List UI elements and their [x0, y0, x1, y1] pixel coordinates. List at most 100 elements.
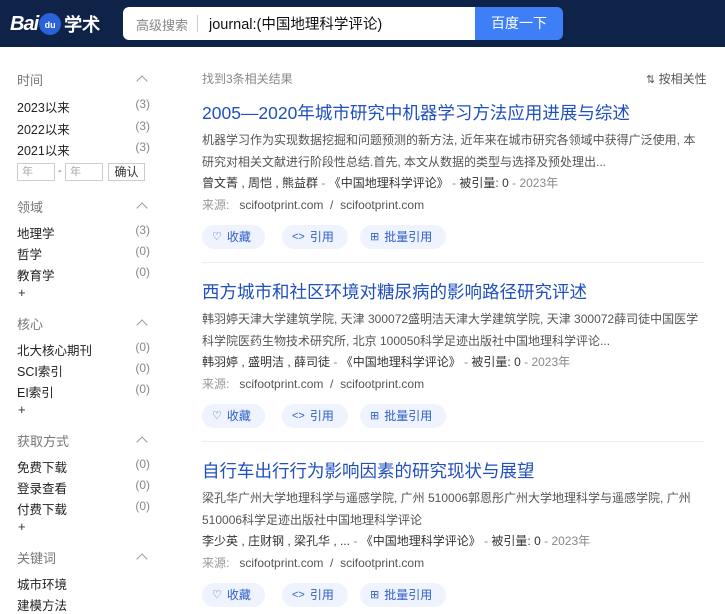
result-authors[interactable]: 韩羽婷 , 盛明洁 , 薛司徒 [202, 355, 330, 369]
result-title[interactable]: 2005—2020年城市研究中机器学习方法应用进展与综述 [202, 100, 630, 125]
favorite-button[interactable]: ♡ 收藏 [202, 404, 265, 428]
cite-button[interactable]: <> 引用 [282, 225, 348, 249]
favorite-label: 收藏 [226, 588, 251, 602]
field-more-button[interactable]: + [18, 285, 26, 300]
chevron-up-icon[interactable] [136, 319, 148, 331]
source-link[interactable]: scifootprint.com [340, 556, 424, 570]
cite-label: 引用 [309, 588, 334, 602]
logo-text-xueshu: 学术 [64, 15, 101, 35]
batch-cite-label: 批量引用 [384, 588, 433, 602]
favorite-button[interactable]: ♡ 收藏 [202, 225, 265, 249]
result-source: 来源: scifootprint.com / scifootprint.com [202, 377, 425, 391]
filter-field-geography[interactable]: 地理学 [17, 223, 55, 242]
advanced-search-link[interactable]: 高级搜索 [136, 15, 188, 34]
filter-core-ei[interactable]: EI索引 [17, 382, 54, 401]
source-link[interactable]: scifootprint.com [239, 556, 323, 570]
sort-label: 按相关性 [658, 72, 707, 86]
heart-icon: ♡ [212, 589, 222, 601]
sort-by-relevance[interactable]: ⇅ 按相关性 [646, 70, 707, 87]
result-journal[interactable]: 《中国地理科学评论》 [361, 534, 481, 548]
cite-button[interactable]: <> 引用 [282, 583, 348, 607]
source-link[interactable]: scifootprint.com [340, 377, 424, 391]
result-divider [202, 441, 704, 442]
filter-keyword-item[interactable]: 建模方法 [17, 595, 67, 614]
result-source: 来源: scifootprint.com / scifootprint.com [202, 198, 425, 212]
batch-cite-button[interactable]: ⊞ 批量引用 [360, 404, 447, 428]
favorite-button[interactable]: ♡ 收藏 [202, 583, 265, 607]
result-divider [202, 262, 704, 263]
filter-title-access: 获取方式 [17, 434, 70, 449]
result-title[interactable]: 西方城市和社区环境对糖尿病的影响路径研究评述 [202, 279, 587, 304]
access-more-button[interactable]: + [18, 519, 26, 534]
filter-time-2023[interactable]: 2023以来 [17, 97, 70, 116]
batch-cite-button[interactable]: ⊞ 批量引用 [360, 225, 447, 249]
chevron-up-icon[interactable] [136, 202, 148, 214]
filter-access-paid[interactable]: 付费下载 [17, 499, 67, 518]
batch-cite-label: 批量引用 [384, 230, 433, 244]
result-journal[interactable]: 《中国地理科学评论》 [341, 355, 461, 369]
filter-core-sci[interactable]: SCI索引 [17, 361, 63, 380]
baidu-xueshu-logo[interactable]: Bai du 学术 [10, 9, 100, 39]
filter-count: (3) [135, 223, 150, 237]
chevron-up-icon[interactable] [136, 75, 148, 87]
result-year: 2023年 [531, 355, 571, 369]
filter-title-time: 时间 [17, 73, 44, 88]
heart-icon: ♡ [212, 410, 222, 422]
year-from-input[interactable]: 年 [17, 163, 55, 181]
filter-access-free[interactable]: 免费下载 [17, 457, 67, 476]
result-item: 西方城市和社区环境对糖尿病的影响路径研究评述 韩羽婷天津大学建筑学院, 天津 3… [202, 279, 707, 429]
result-abstract: 机器学习作为实现数据挖掘和问题预测的新方法, 近年来在城市研究各领域中获得广泛使… [202, 133, 696, 169]
chevron-up-icon[interactable] [136, 436, 148, 448]
core-more-button[interactable]: + [18, 402, 26, 417]
search-button[interactable]: 百度一下 [475, 7, 563, 40]
filter-count: (3) [135, 97, 150, 111]
logo-text-du: du [44, 20, 56, 30]
batch-cite-button[interactable]: ⊞ 批量引用 [360, 583, 447, 607]
code-icon: <> [292, 231, 305, 243]
filter-count: (0) [135, 340, 150, 354]
result-authors[interactable]: 李少英 , 庄财钢 , 梁孔华 , ... [202, 534, 350, 548]
filter-count: (0) [135, 361, 150, 375]
source-label: 来源: [202, 556, 230, 570]
filter-title-field: 领域 [17, 200, 44, 215]
filter-time-2022[interactable]: 2022以来 [17, 119, 70, 138]
result-cited[interactable]: 被引量: 0 [471, 355, 520, 369]
filter-access-login[interactable]: 登录查看 [17, 478, 67, 497]
favorite-label: 收藏 [226, 230, 251, 244]
filter-count: (0) [135, 499, 150, 513]
result-title[interactable]: 自行车出行行为影响因素的研究现状与展望 [202, 458, 535, 483]
folder-add-icon: ⊞ [370, 231, 380, 243]
year-confirm-button[interactable]: 确认 [108, 163, 145, 181]
logo-text-bai: Bai [10, 12, 39, 35]
result-journal[interactable]: 《中国地理科学评论》 [329, 176, 449, 190]
year-to-input[interactable]: 年 [65, 163, 103, 181]
filter-count: (0) [135, 382, 150, 396]
cite-label: 引用 [309, 230, 334, 244]
result-item: 自行车出行行为影响因素的研究现状与展望 梁孔华广州大学地理科学与遥感学院, 广州… [202, 458, 707, 608]
result-cited[interactable]: 被引量: 0 [491, 534, 540, 548]
filter-count: (0) [135, 265, 150, 279]
favorite-label: 收藏 [226, 409, 251, 423]
source-label: 来源: [202, 377, 230, 391]
folder-add-icon: ⊞ [370, 589, 380, 601]
top-header: Bai du 学术 高级搜索 百度一下 [0, 0, 725, 47]
result-meta: 韩羽婷 , 盛明洁 , 薛司徒 - 《中国地理科学评论》 - 被引量: 0 - … [202, 355, 571, 369]
cite-button[interactable]: <> 引用 [282, 404, 348, 428]
result-authors[interactable]: 曾文菁 , 周恺 , 熊益群 [202, 176, 318, 190]
filter-core-pku[interactable]: 北大核心期刊 [17, 340, 92, 359]
search-input[interactable] [209, 7, 469, 40]
filter-field-philosophy[interactable]: 哲学 [17, 244, 42, 263]
source-link[interactable]: scifootprint.com [239, 377, 323, 391]
chevron-up-icon[interactable] [136, 553, 148, 565]
filter-field-education[interactable]: 教育学 [17, 265, 55, 284]
paw-icon: du [39, 13, 62, 35]
filter-time-2021[interactable]: 2021以来 [17, 140, 70, 159]
filter-keyword-item[interactable]: 城市环境 [17, 574, 67, 593]
folder-add-icon: ⊞ [370, 410, 380, 422]
result-meta: 李少英 , 庄财钢 , 梁孔华 , ... - 《中国地理科学评论》 - 被引量… [202, 534, 591, 548]
sort-icon: ⇅ [646, 74, 656, 86]
result-cited[interactable]: 被引量: 0 [459, 176, 508, 190]
source-link[interactable]: scifootprint.com [340, 198, 424, 212]
result-abstract: 韩羽婷天津大学建筑学院, 天津 300072盛明洁天津大学建筑学院, 天津 30… [202, 312, 699, 348]
source-link[interactable]: scifootprint.com [239, 198, 323, 212]
